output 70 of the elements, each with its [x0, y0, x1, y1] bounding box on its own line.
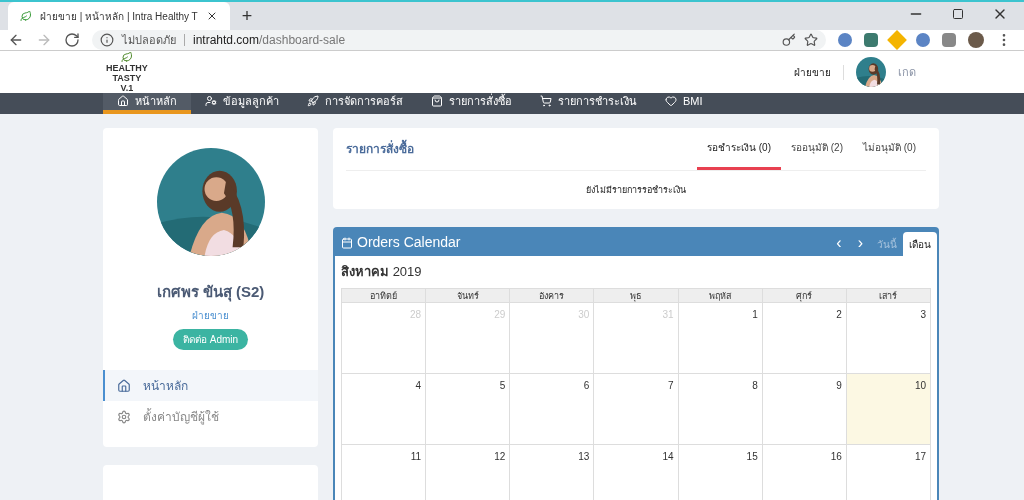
day-cell[interactable]: 7: [594, 373, 679, 445]
side-menu-item[interactable]: ตั้งค่าบัญชีผู้ใช้: [103, 401, 318, 432]
home-icon: [117, 95, 129, 108]
browser-tab[interactable]: ฝ่ายขาย | หน้าหลัก | Intra Healthy T: [8, 2, 230, 30]
day-cell[interactable]: 10: [846, 373, 931, 445]
logo-text: TASTY: [112, 73, 142, 83]
profile-icon[interactable]: [968, 32, 984, 48]
orders-tab[interactable]: ไม่อนุมัติ (0): [853, 127, 926, 170]
prev-button[interactable]: ‹: [828, 230, 850, 255]
calendar-icon: [341, 236, 353, 249]
orders-title: รายการสั่งซื้อ: [346, 139, 414, 158]
nav-tab[interactable]: การจัดการคอร์ส: [293, 93, 417, 114]
star-icon[interactable]: [804, 33, 818, 47]
extension-icon[interactable]: [942, 33, 956, 47]
day-cell[interactable]: 2: [762, 302, 847, 374]
leaf-icon: [20, 10, 32, 22]
rocket-icon: [307, 95, 319, 108]
nav-tab[interactable]: รายการชำระเงิน: [526, 93, 651, 114]
user-icon: [205, 95, 217, 108]
nav-tab[interactable]: ข้อมูลลูกค้า: [191, 93, 293, 114]
reload-icon[interactable]: [64, 32, 80, 48]
nav-tab[interactable]: BMI: [651, 93, 717, 114]
logo-text: HEALTHY: [106, 63, 148, 73]
day-cell[interactable]: 4: [342, 373, 427, 445]
empty-message: ยังไม่มีรายการรอชำระเงิน: [585, 183, 687, 197]
url-text: intrahtd.com/dashboard-sale: [193, 32, 346, 49]
extension-icon[interactable]: [864, 33, 878, 47]
heart-icon: [665, 95, 677, 108]
logo[interactable]: HEALTHY TASTY V.1: [106, 51, 148, 93]
extension-icon[interactable]: [838, 33, 852, 47]
address-bar[interactable]: ไม่ปลอดภัย intrahtd.com/dashboard-sale: [92, 30, 826, 50]
orders-tab[interactable]: รออนุมัติ (2): [781, 127, 853, 170]
extension-icon[interactable]: [916, 33, 930, 47]
day-cell[interactable]: 9: [762, 373, 847, 445]
weekday-header: พฤหัส: [678, 288, 763, 303]
key-icon[interactable]: [782, 33, 796, 47]
home-icon: [117, 378, 131, 393]
cart-icon: [540, 95, 552, 108]
profile-role: ฝ่ายขาย: [192, 309, 229, 323]
day-cell[interactable]: 3: [846, 302, 931, 374]
side-menu-item[interactable]: หน้าหลัก: [103, 370, 318, 401]
month-title: สิงหาคม 2019: [341, 263, 423, 281]
day-cell[interactable]: 6: [510, 373, 595, 445]
weekday-header: พุธ: [594, 288, 679, 303]
nav-tab[interactable]: รายการสั่งซื้อ: [417, 93, 526, 114]
weekday-header: อังคาร: [510, 288, 595, 303]
nav-tab[interactable]: หน้าหลัก: [103, 93, 191, 114]
day-cell[interactable]: 8: [678, 373, 763, 445]
role-label: ฝ่ายขาย: [794, 64, 844, 80]
maximize-icon[interactable]: [952, 8, 964, 20]
bag-icon: [431, 95, 443, 108]
calendar-title: Orders Calendar: [357, 233, 461, 252]
info-icon: [100, 33, 114, 47]
day-cell[interactable]: 5: [426, 373, 511, 445]
weekday-header: อาทิตย์: [342, 288, 427, 303]
new-tab-button[interactable]: +: [229, 2, 265, 30]
orders-tab[interactable]: รอชำระเงิน (0): [697, 127, 781, 170]
tab-title: ฝ่ายขาย | หน้าหลัก | Intra Healthy T: [40, 9, 198, 24]
security-label: ไม่ปลอดภัย: [122, 32, 176, 48]
weekday-header: เสาร์: [846, 288, 931, 303]
back-icon[interactable]: [8, 32, 24, 48]
weekday-header: ศุกร์: [762, 288, 847, 303]
leaf-icon: [118, 51, 135, 63]
day-cell[interactable]: 1: [678, 302, 763, 374]
profile-name: เกศพร ขันสุ (S2): [156, 281, 265, 303]
next-button[interactable]: ›: [849, 230, 871, 255]
weekday-header: จันทร์: [426, 288, 511, 303]
view-tab[interactable]: เดือน: [903, 232, 937, 256]
logo-text: V.1: [120, 83, 134, 93]
settings-icon: [117, 409, 131, 424]
